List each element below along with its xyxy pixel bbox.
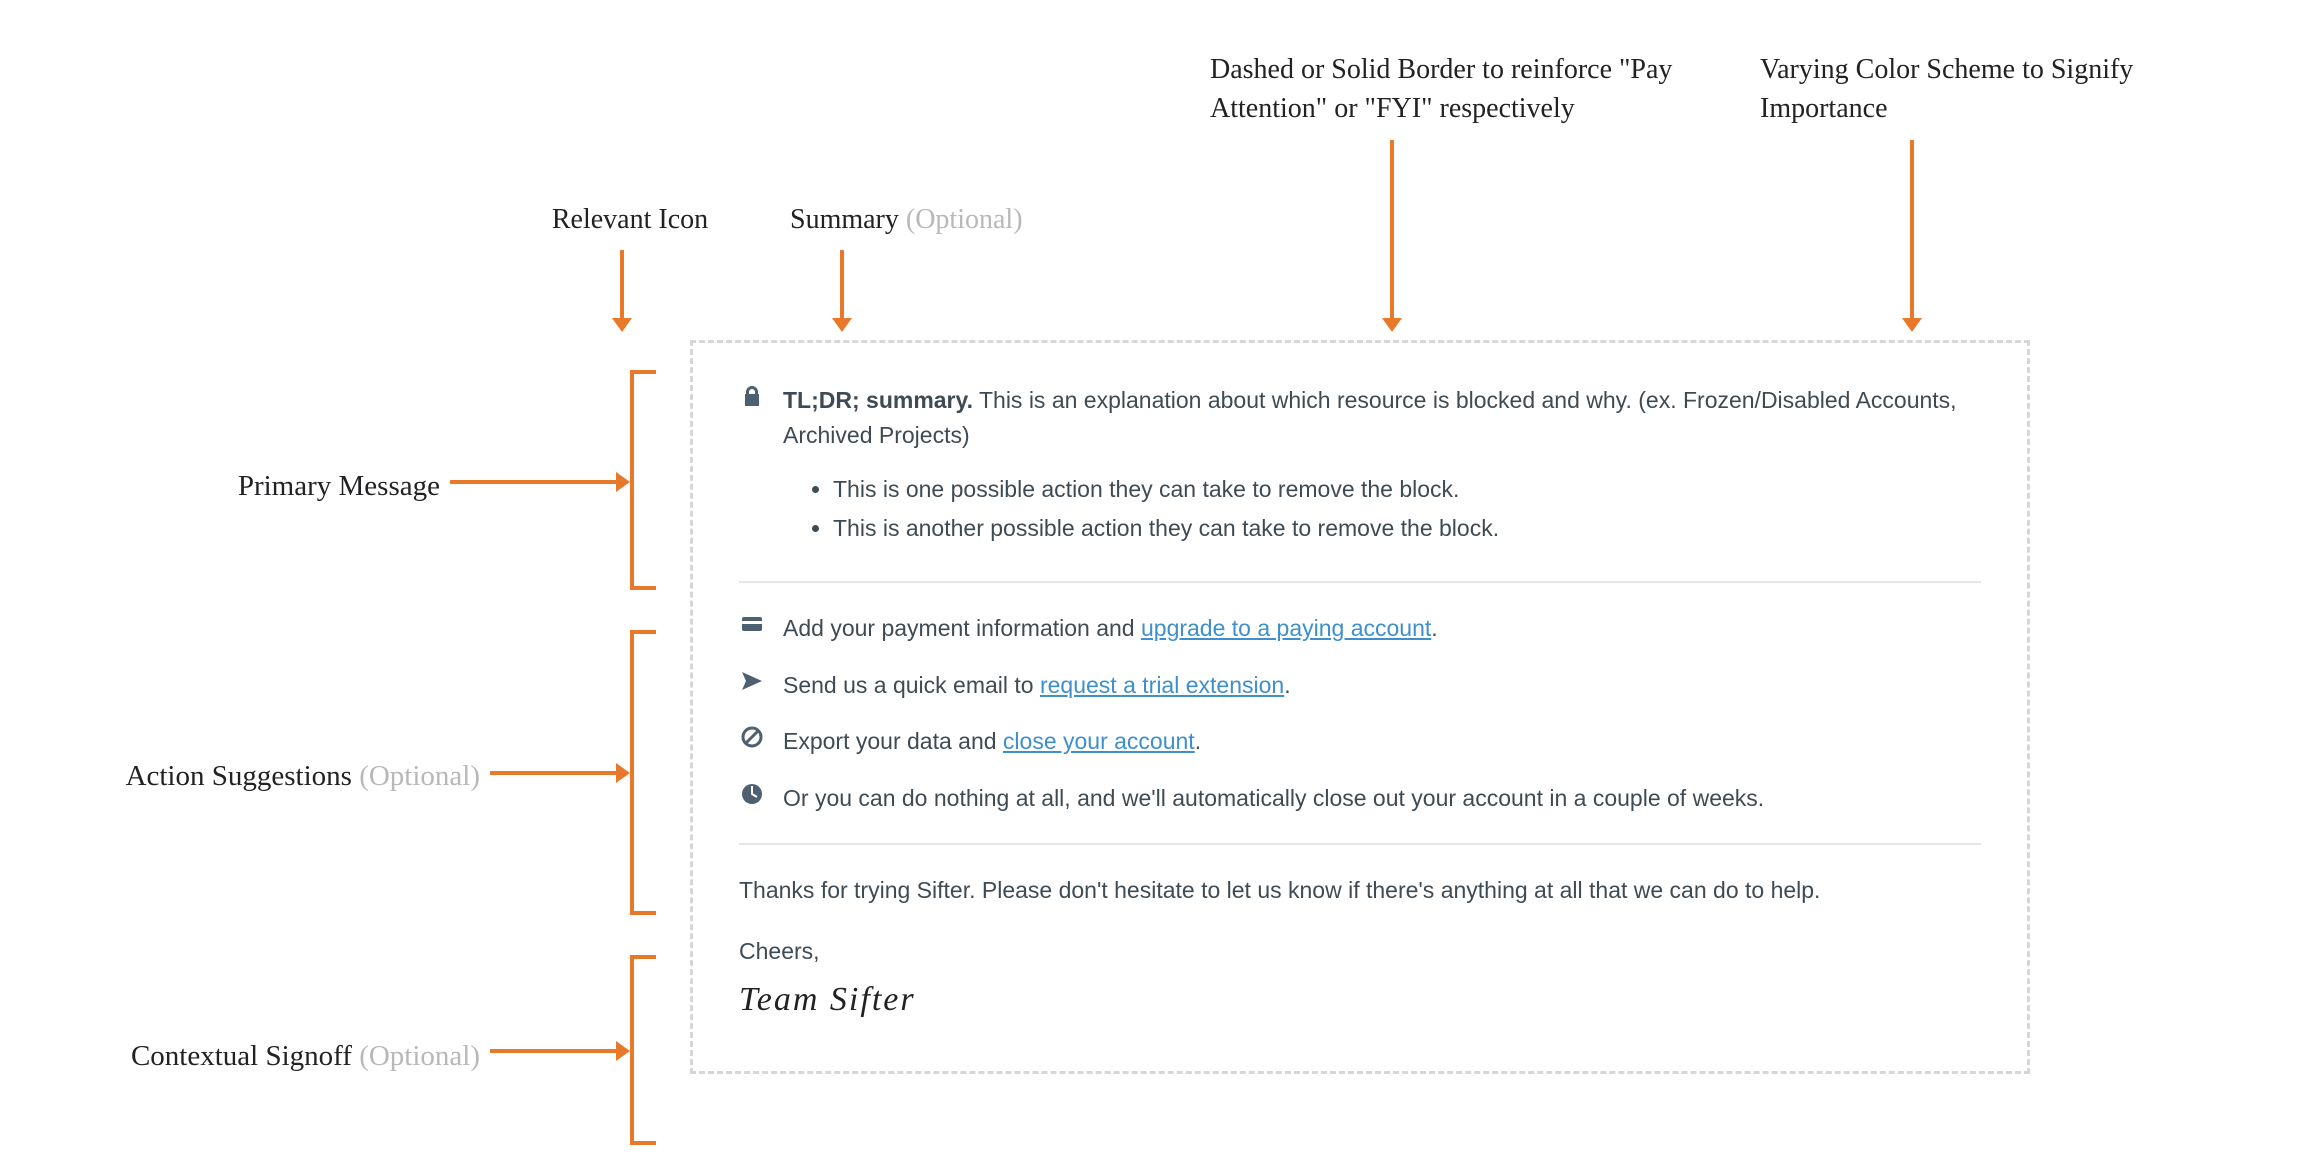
summary-text: TL;DR; summary. This is an explanation a… bbox=[783, 383, 1981, 553]
signoff-block: Thanks for trying Sifter. Please don't h… bbox=[739, 873, 1981, 1025]
arrow-down-icon bbox=[1390, 140, 1394, 320]
annotation-contextual-signoff: Contextual Signoff (Optional) bbox=[60, 1040, 480, 1073]
annotation-summary-optional: (Optional) bbox=[899, 204, 1023, 235]
divider bbox=[739, 843, 1981, 845]
annotation-action-suggestions: Action Suggestions (Optional) bbox=[60, 760, 480, 793]
action-text: Or you can do nothing at all, and we'll … bbox=[783, 781, 1981, 816]
annotation-primary-message: Primary Message bbox=[60, 470, 440, 503]
lock-icon bbox=[739, 383, 765, 409]
bracket-icon bbox=[630, 630, 656, 915]
annotation-color-scheme: Varying Color Scheme to Signify Importan… bbox=[1760, 50, 2140, 128]
list-item: This is one possible action they can tak… bbox=[833, 472, 1981, 507]
annotation-signoff-text: Contextual Signoff bbox=[131, 1040, 352, 1072]
close-account-link[interactable]: close your account bbox=[1003, 728, 1195, 754]
bracket-icon bbox=[630, 955, 656, 1145]
arrow-right-icon bbox=[490, 1049, 618, 1053]
list-item: This is another possible action they can… bbox=[833, 511, 1981, 546]
send-icon bbox=[739, 668, 765, 694]
action-row: Add your payment information and upgrade… bbox=[739, 611, 1981, 646]
divider bbox=[739, 581, 1981, 583]
annotation-actions-text: Action Suggestions bbox=[126, 760, 352, 792]
action-text: Add your payment information and upgrade… bbox=[783, 611, 1981, 646]
action-suggestions-block: Add your payment information and upgrade… bbox=[739, 611, 1981, 815]
annotation-border: Dashed or Solid Border to reinforce "Pay… bbox=[1210, 50, 1730, 128]
message-card: TL;DR; summary. This is an explanation a… bbox=[690, 340, 2030, 1074]
trial-extension-link[interactable]: request a trial extension bbox=[1040, 672, 1284, 698]
bullet-list: This is one possible action they can tak… bbox=[833, 472, 1981, 545]
arrow-down-icon bbox=[840, 250, 844, 320]
action-row: Or you can do nothing at all, and we'll … bbox=[739, 781, 1981, 816]
arrow-down-icon bbox=[1910, 140, 1914, 320]
annotation-summary: Summary (Optional) bbox=[790, 200, 1110, 239]
action-text: Send us a quick email to request a trial… bbox=[783, 668, 1981, 703]
primary-message-block: TL;DR; summary. This is an explanation a… bbox=[739, 383, 1981, 553]
signoff-team-name: Team Sifter bbox=[739, 974, 1981, 1025]
arrow-down-icon bbox=[620, 250, 624, 320]
upgrade-link[interactable]: upgrade to a paying account bbox=[1141, 615, 1431, 641]
arrow-right-icon bbox=[490, 771, 618, 775]
block-icon bbox=[739, 724, 765, 750]
action-row: Send us a quick email to request a trial… bbox=[739, 668, 1981, 703]
annotation-actions-optional: (Optional) bbox=[352, 760, 480, 792]
bracket-icon bbox=[630, 370, 656, 590]
annotation-signoff-optional: (Optional) bbox=[352, 1040, 480, 1072]
action-text: Export your data and close your account. bbox=[783, 724, 1981, 759]
annotation-summary-text: Summary bbox=[790, 204, 899, 235]
clock-icon bbox=[739, 781, 765, 807]
signoff-message: Thanks for trying Sifter. Please don't h… bbox=[739, 873, 1981, 908]
credit-card-icon bbox=[739, 611, 765, 637]
annotation-relevant-icon: Relevant Icon bbox=[530, 200, 730, 239]
signoff-cheers: Cheers, bbox=[739, 934, 1981, 969]
arrow-right-icon bbox=[450, 480, 618, 484]
action-row: Export your data and close your account. bbox=[739, 724, 1981, 759]
summary-bold: TL;DR; summary. bbox=[783, 387, 973, 413]
